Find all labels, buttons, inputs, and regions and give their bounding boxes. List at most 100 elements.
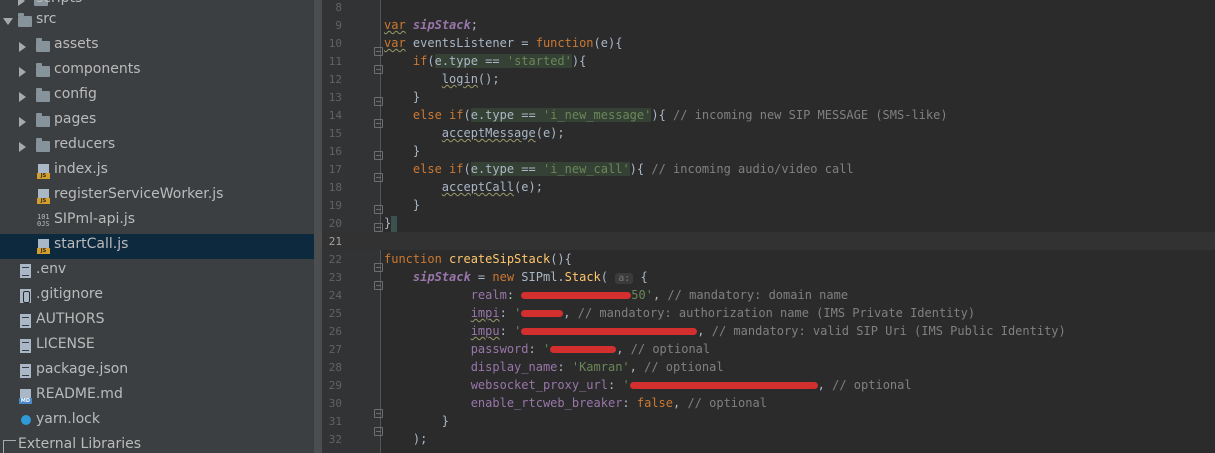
folder-icon	[18, 13, 32, 27]
line-number: 19	[328, 199, 342, 212]
code-line-31: }	[441, 414, 450, 428]
tree-item-components[interactable]: components	[0, 59, 314, 84]
fold-collapse-icon[interactable]	[374, 427, 383, 436]
fold-collapse-icon[interactable]	[374, 173, 383, 182]
fold-collapse-icon[interactable]	[374, 65, 383, 74]
code-line-10: var eventsListener = function(e){	[384, 36, 623, 50]
folder-icon	[36, 63, 50, 77]
chevron-right-icon[interactable]	[18, 0, 25, 6]
tree-item-src[interactable]: src	[0, 9, 314, 34]
line-number: 24	[328, 289, 342, 302]
tree-item-index-js[interactable]: index.js	[0, 159, 314, 184]
line-number: 21	[328, 235, 342, 248]
text-file-icon	[20, 339, 31, 353]
code-line-18: acceptCall(e);	[441, 180, 543, 194]
tree-item-sipml-api-js[interactable]: 101 0JS SIPml-api.js	[0, 209, 314, 234]
tree-item-assets[interactable]: assets	[0, 34, 314, 59]
tree-item-readme-md[interactable]: README.md	[0, 384, 314, 409]
tree-item-startcall-js[interactable]: startCall.js	[0, 234, 314, 259]
project-tree: scripts src assets components config pag…	[0, 0, 314, 453]
library-icon	[3, 440, 16, 453]
line-number: 9	[335, 19, 342, 32]
code-line-15: acceptMessage(e);	[441, 126, 565, 140]
fold-collapse-icon[interactable]	[374, 47, 383, 56]
code-line-20: }	[384, 214, 398, 232]
tree-item-pages[interactable]: pages	[0, 109, 314, 134]
fold-collapse-icon[interactable]	[374, 97, 383, 106]
tree-item-license[interactable]: LICENSE	[0, 334, 314, 359]
line-number: 20	[328, 217, 342, 230]
fold-collapse-icon[interactable]	[374, 409, 383, 418]
code-line-19: }	[412, 198, 421, 212]
fold-collapse-icon[interactable]	[374, 281, 383, 290]
line-number: 26	[328, 325, 342, 338]
code-line-12: login();	[441, 72, 500, 86]
line-number: 23	[328, 271, 342, 284]
line-number: 31	[328, 415, 342, 428]
tree-item-authors[interactable]: AUTHORS	[0, 309, 314, 334]
code-line-22: function createSipStack(){	[384, 252, 572, 266]
code-line-23: sipStack = new SIPml.Stack( a: {	[412, 270, 648, 284]
chevron-right-icon[interactable]	[19, 117, 26, 127]
line-number: 25	[328, 307, 342, 320]
fold-collapse-icon[interactable]	[374, 205, 383, 214]
fold-collapse-icon[interactable]	[374, 119, 383, 128]
code-line-24: realm: 50', // mandatory: domain name	[470, 288, 849, 302]
chevron-right-icon[interactable]	[19, 92, 26, 102]
code-line-26: impu: ', // mandatory: valid SIP Uri (IM…	[470, 324, 1066, 338]
chevron-right-icon[interactable]	[19, 42, 26, 52]
tree-item-config[interactable]: config	[0, 84, 314, 109]
tree-item-yarn-lock[interactable]: yarn.lock	[0, 409, 314, 434]
code-line-17: else if(e.type == 'i_new_call'){ // inco…	[412, 162, 854, 176]
code-line-16: }	[412, 144, 421, 158]
redacted-value	[550, 346, 617, 353]
line-number: 28	[328, 361, 342, 374]
tree-item-external-libraries[interactable]: External Libraries	[0, 434, 314, 453]
line-number: 16	[328, 145, 342, 158]
tree-item-env[interactable]: .env	[0, 259, 314, 284]
js-file-icon	[37, 239, 50, 254]
line-number: 14	[328, 109, 342, 122]
line-number: 13	[328, 91, 342, 104]
code-line-13: }	[412, 90, 421, 104]
js-file-icon	[37, 189, 50, 204]
brace-match-marker	[391, 215, 398, 232]
code-line-9: var sipStack;	[384, 18, 478, 32]
chevron-right-icon[interactable]	[19, 67, 26, 77]
current-line-highlight	[322, 232, 1215, 250]
folder-icon	[36, 113, 50, 127]
text-file-icon	[20, 314, 31, 328]
folder-icon	[36, 138, 50, 152]
code-line-25: impi: ', // mandatory: authorization nam…	[470, 306, 976, 320]
redacted-value	[629, 382, 818, 389]
line-number: 30	[328, 397, 342, 410]
code-line-14: else if(e.type == 'i_new_message'){ // i…	[412, 108, 948, 122]
redacted-value	[521, 328, 698, 335]
chevron-right-icon[interactable]	[19, 142, 26, 152]
code-line-28: display_name: 'Kamran', // optional	[470, 360, 724, 374]
code-line-30: enable_rtcweb_breaker: false, // optiona…	[470, 396, 767, 410]
binary-js-file-icon: 101 0JS	[37, 213, 50, 228]
tree-item-gitignore[interactable]: .gitignore	[0, 284, 314, 309]
yarn-icon	[20, 414, 31, 428]
line-number: 27	[328, 343, 342, 356]
line-number: 17	[328, 163, 342, 176]
fold-collapse-icon[interactable]	[374, 223, 383, 232]
chevron-down-icon[interactable]	[3, 18, 13, 25]
parameter-hint: a:	[615, 273, 634, 284]
redacted-value	[521, 310, 564, 317]
text-file-icon	[20, 264, 31, 278]
tree-item-package-json[interactable]: package.json	[0, 359, 314, 384]
gitignore-file-icon	[20, 289, 31, 303]
line-number: 22	[328, 253, 342, 266]
tree-item-registerserviceworker-js[interactable]: registerServiceWorker.js	[0, 184, 314, 209]
fold-collapse-icon[interactable]	[374, 151, 383, 160]
redacted-value	[521, 292, 632, 299]
tree-item-reducers[interactable]: reducers	[0, 134, 314, 159]
fold-collapse-icon[interactable]	[374, 263, 383, 272]
js-file-icon	[37, 164, 50, 179]
json-file-icon	[20, 364, 31, 378]
code-line-11: if(e.type == 'started'){	[412, 54, 587, 68]
line-number: 32	[328, 433, 342, 446]
tree-scrollbar[interactable]	[314, 0, 322, 453]
